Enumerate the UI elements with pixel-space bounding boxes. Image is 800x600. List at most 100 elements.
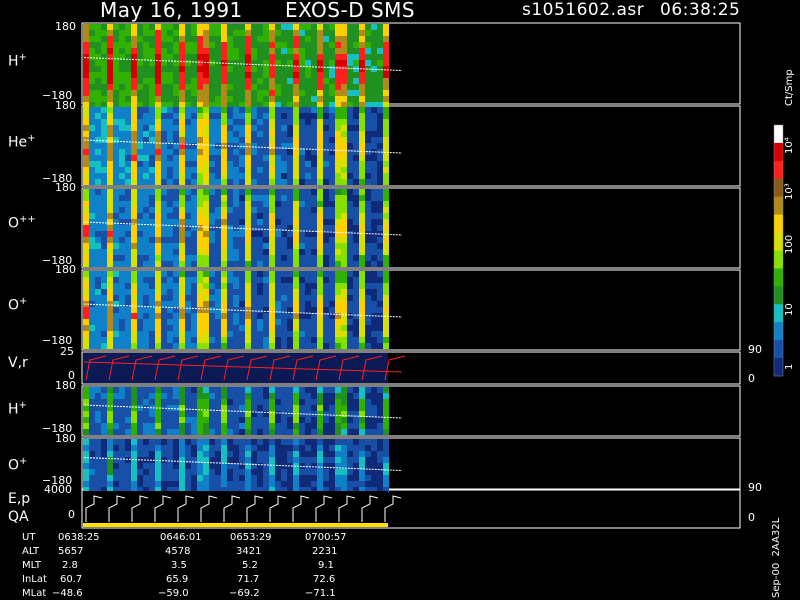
heatmap-cell [383,225,389,231]
heatmap-cell [221,189,227,195]
heatmap-cell [161,107,167,113]
heatmap-cell [185,405,191,411]
heatmap-cell [239,387,245,393]
heatmap-cell [203,295,209,301]
heatmap-cell [245,161,251,167]
heatmap-cell [125,72,131,78]
heatmap-cell [137,189,143,195]
heatmap-cell [137,417,143,423]
heatmap-cell [191,313,197,319]
heatmap-cell [179,271,185,277]
heatmap-cell [83,429,89,435]
heatmap-cell [341,90,347,96]
heatmap-cell [269,96,275,102]
heatmap-cell [125,179,131,185]
heatmap-cell [317,429,323,435]
heatmap-cell [281,149,287,155]
heatmap-cell [341,179,347,185]
heatmap-cell [215,149,221,155]
heatmap-cell [83,331,89,337]
heatmap-cell [113,161,119,167]
heatmap-cell [299,219,305,225]
heatmap-cell [257,195,263,201]
heatmap-cell [95,301,101,307]
heatmap-cell [269,24,275,30]
heatmap-cell [377,237,383,243]
heatmap-cell [239,295,245,301]
heatmap-cell [185,48,191,54]
heatmap-cell [335,277,341,283]
heatmap-cell [191,36,197,42]
heatmap-cell [83,189,89,195]
heatmap-cell [257,161,263,167]
heatmap-cell [197,30,203,36]
heatmap-cell [275,261,281,267]
heatmap-cell [221,213,227,219]
heatmap-cell [161,387,167,393]
heatmap-cell [149,78,155,84]
heatmap-cell [245,36,251,42]
heatmap-cell [281,277,287,283]
heatmap-cell [323,393,329,399]
heatmap-cell [83,475,89,481]
heatmap-cell [203,107,209,113]
heatmap-cell [257,42,263,48]
heatmap-cell [347,131,353,137]
heatmap-cell [113,249,119,255]
heatmap-cell [365,277,371,283]
heatmap-cell [305,289,311,295]
heatmap-cell [95,207,101,213]
heatmap-cell [335,36,341,42]
heatmap-cell [203,225,209,231]
heatmap-cell [323,225,329,231]
heatmap-cell [227,149,233,155]
heatmap-cell [167,195,173,201]
heatmap-cell [131,387,137,393]
heatmap-cell [287,387,293,393]
heatmap-cell [119,225,125,231]
heatmap-cell [173,90,179,96]
heatmap-cell [203,271,209,277]
heatmap-cell [317,271,323,277]
heatmap-cell [179,30,185,36]
heatmap-cell [131,60,137,66]
heatmap-cell [83,161,89,167]
heatmap-cell [323,283,329,289]
heatmap-cell [119,173,125,179]
heatmap-cell [371,481,377,487]
heatmap-cell [281,325,287,331]
heatmap-cell [257,283,263,289]
heatmap-cell [371,131,377,137]
heatmap-cell [95,60,101,66]
heatmap-cell [83,289,89,295]
heatmap-cell [311,179,317,185]
heatmap-cell [323,30,329,36]
heatmap-cell [209,66,215,72]
heatmap-cell [239,96,245,102]
heatmap-cell [377,337,383,343]
heatmap-cell [185,84,191,90]
heatmap-cell [119,343,125,349]
heatmap-cell [227,429,233,435]
heatmap-cell [293,54,299,60]
heatmap-cell [377,277,383,283]
heatmap-cell [221,54,227,60]
heatmap-cell [173,66,179,72]
heatmap-cell [281,475,287,481]
heatmap-cell [83,277,89,283]
heatmap-cell [269,411,275,417]
heatmap-cell [383,237,389,243]
heatmap-cell [95,155,101,161]
heatmap-cell [167,231,173,237]
heatmap-cell [173,463,179,469]
heatmap-cell [149,36,155,42]
heatmap-cell [365,48,371,54]
heatmap-cell [383,30,389,36]
heatmap-cell [161,207,167,213]
heatmap-cell [335,451,341,457]
heatmap-cell [323,475,329,481]
heatmap-cell [95,137,101,143]
heatmap-cell [137,429,143,435]
heatmap-cell [359,119,365,125]
heatmap-cell [83,231,89,237]
